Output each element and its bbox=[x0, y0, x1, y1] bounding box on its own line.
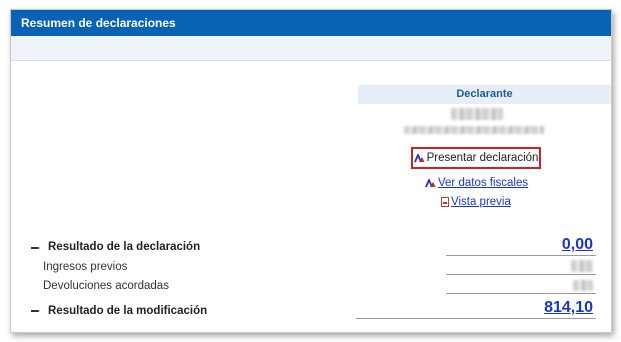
devoluciones-acordadas-label: Devoluciones acordadas bbox=[43, 280, 169, 292]
vista-previa-link[interactable]: Vista previa bbox=[441, 196, 511, 208]
resultado-modificacion-value[interactable]: 814,10 bbox=[544, 299, 593, 317]
value-underline bbox=[446, 274, 596, 275]
declaration-summary-panel: Resumen de declaraciones Declarante Pres… bbox=[10, 9, 612, 333]
ingresos-previos-label: Ingresos previos bbox=[43, 261, 128, 273]
resultado-modificacion-label: Resultado de la modificación bbox=[48, 305, 208, 317]
ingresos-previos-value-redacted bbox=[571, 260, 593, 272]
hand-pointer-icon bbox=[31, 247, 40, 249]
ver-datos-fiscales-label: Ver datos fiscales bbox=[438, 177, 529, 189]
hand-pointer-icon bbox=[31, 310, 40, 312]
aeat-logo-icon bbox=[413, 153, 425, 163]
aeat-logo-icon bbox=[425, 178, 436, 188]
devoluciones-acordadas-value-redacted bbox=[573, 280, 593, 291]
declarante-id-redacted bbox=[404, 126, 544, 134]
ver-datos-fiscales-link[interactable]: Ver datos fiscales bbox=[425, 177, 528, 189]
value-underline bbox=[446, 255, 596, 256]
panel-subheader-bar bbox=[11, 36, 611, 61]
presentar-declaracion-label: Presentar declaración bbox=[426, 152, 539, 164]
pdf-icon bbox=[441, 197, 449, 207]
vista-previa-label: Vista previa bbox=[451, 196, 511, 208]
declarante-name-redacted bbox=[451, 108, 503, 120]
presentar-declaracion-button[interactable]: Presentar declaración bbox=[411, 147, 541, 169]
resultado-declaracion-label: Resultado de la declaración bbox=[48, 241, 201, 253]
panel-title: Resumen de declaraciones bbox=[11, 10, 611, 36]
resultado-declaracion-value[interactable]: 0,00 bbox=[562, 236, 593, 254]
value-underline bbox=[446, 293, 596, 294]
declarante-heading: Declarante bbox=[358, 85, 611, 104]
value-underline bbox=[356, 318, 596, 319]
